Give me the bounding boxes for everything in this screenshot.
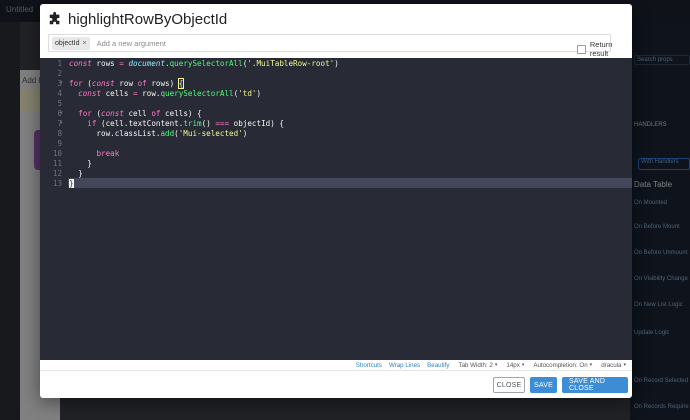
- editor-statusbar: Shortcuts Wrap Lines Beautify Tab Width:…: [40, 360, 632, 371]
- code-editor[interactable]: 1 2 3 4 5 6 7 8 9 10 11 12 13 ▾ ▾ ▾ cons…: [40, 58, 632, 360]
- line-number: 1: [57, 59, 62, 68]
- wrap-lines-link[interactable]: Wrap Lines: [389, 362, 420, 369]
- code-token: for: [69, 79, 83, 88]
- line-number: 8: [57, 129, 62, 138]
- code-token: add: [160, 129, 175, 138]
- code-line-12: }: [69, 169, 83, 178]
- line-number: 13: [52, 179, 62, 188]
- line-number: 10: [52, 149, 62, 158]
- line-number: 2: [57, 69, 62, 78]
- code-line-11: }: [69, 159, 92, 168]
- tab-width-value: Tab Width: 2: [458, 361, 493, 369]
- code-token: const: [78, 89, 102, 98]
- code-token: querySelectorAll: [160, 89, 234, 98]
- return-result-checkbox[interactable]: [577, 44, 586, 54]
- code-token: const: [101, 109, 124, 118]
- text-cursor: }: [69, 179, 74, 188]
- code-token: const: [91, 79, 115, 88]
- chevron-down-icon: ▾: [521, 362, 525, 368]
- code-token: of: [151, 109, 161, 118]
- arguments-field[interactable]: objectId ×: [48, 34, 611, 52]
- code-token: =: [133, 89, 138, 98]
- line-number: 12: [52, 169, 62, 178]
- code-line-3: for (const row of rows) {: [69, 78, 185, 89]
- argument-chip[interactable]: objectId ×: [52, 36, 90, 50]
- line-number: 4: [57, 89, 62, 98]
- code-line-4: const cells = row.querySelectorAll('td'): [78, 89, 262, 98]
- line-number: 9: [57, 139, 62, 148]
- line-number: 5: [57, 99, 62, 108]
- add-argument-input[interactable]: [96, 38, 557, 48]
- close-button[interactable]: CLOSE: [493, 377, 525, 393]
- chevron-down-icon: ▾: [589, 362, 593, 368]
- theme-value: dracula: [601, 361, 622, 369]
- code-token: =: [119, 59, 124, 68]
- autocompletion-value: Autocompletion: On: [533, 361, 588, 369]
- tab-width-select[interactable]: Tab Width: 2 ▾: [458, 362, 497, 369]
- code-token: if: [87, 119, 97, 128]
- code-token: 'Mui-selected': [178, 129, 243, 138]
- modal-title: highlightRowByObjectId: [68, 10, 228, 28]
- fold-arrow-icon[interactable]: ▾: [60, 120, 63, 126]
- puzzle-piece-icon: [48, 11, 62, 26]
- return-result-label: Return result: [589, 40, 613, 58]
- chevron-down-icon: ▾: [494, 362, 498, 368]
- code-line-1: const rows = document.querySelectorAll('…: [69, 59, 339, 68]
- code-line-10: break: [68, 149, 632, 159]
- chevron-down-icon: ▾: [623, 362, 626, 368]
- font-size-value: 14px: [506, 361, 520, 369]
- autocompletion-select[interactable]: Autocompletion: On ▾: [533, 362, 592, 369]
- modal-header: highlightRowByObjectId: [40, 4, 632, 34]
- fold-arrow-icon[interactable]: ▾: [60, 110, 63, 116]
- return-result-toggle[interactable]: Return result: [577, 40, 632, 58]
- code-token: {: [177, 78, 185, 89]
- font-size-select[interactable]: 14px ▾: [506, 362, 524, 369]
- editor-gutter: 1 2 3 4 5 6 7 8 9 10 11 12 13 ▾ ▾ ▾: [40, 58, 68, 360]
- code-token: querySelectorAll: [169, 59, 243, 68]
- code-token: of: [137, 79, 147, 88]
- code-line-8: row.classList.add('Mui-selected'): [69, 129, 248, 138]
- code-line-7: if (cell.textContent.trim() === objectId…: [87, 119, 284, 128]
- modal-footer: CLOSE SAVE SAVE AND CLOSE: [40, 372, 632, 398]
- save-button[interactable]: SAVE: [530, 377, 557, 393]
- code-token: trim: [183, 119, 202, 128]
- code-token: ===: [215, 119, 230, 128]
- code-token: document: [128, 59, 166, 68]
- theme-select[interactable]: dracula ▾: [601, 362, 626, 369]
- code-token: break: [96, 149, 120, 158]
- function-editor-modal: highlightRowByObjectId objectId × Return…: [40, 4, 632, 398]
- argument-chip-label: objectId: [55, 39, 80, 47]
- beautify-link[interactable]: Beautify: [427, 362, 449, 369]
- code-token: 'td': [238, 89, 257, 98]
- code-line-6: for (const cell of cells) {: [78, 109, 202, 118]
- close-icon[interactable]: ×: [83, 40, 87, 47]
- code-line-13: }: [68, 179, 632, 189]
- fold-arrow-icon[interactable]: ▾: [60, 80, 63, 86]
- line-number: 11: [52, 159, 62, 168]
- code-token: '.MuiTableRow-root': [247, 59, 335, 68]
- save-and-close-button[interactable]: SAVE AND CLOSE: [562, 377, 628, 393]
- shortcuts-link[interactable]: Shortcuts: [356, 362, 382, 369]
- code-token: const: [69, 59, 92, 68]
- code-token: for: [78, 109, 92, 118]
